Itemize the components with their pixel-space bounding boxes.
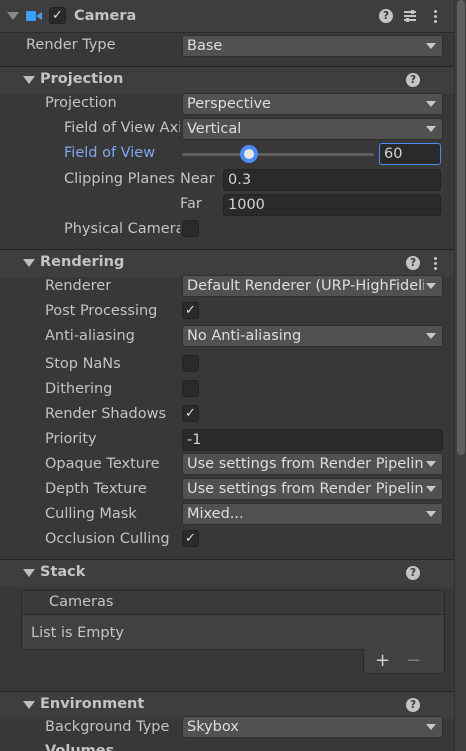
environment-section-header[interactable]: Environment ?	[0, 691, 454, 719]
component-title: Camera	[74, 8, 137, 24]
culling-mask-dropdown[interactable]: Mixed...	[182, 503, 443, 525]
occlusion-culling-label: Occlusion Culling	[45, 531, 170, 547]
expand-arrow-icon[interactable]	[23, 259, 35, 267]
render-shadows-label: Render Shadows	[45, 406, 166, 422]
more-options-icon[interactable]	[434, 10, 437, 23]
near-field[interactable]: 0.3	[223, 169, 441, 191]
list-footer: + −	[363, 649, 445, 674]
post-processing-label: Post Processing	[45, 303, 158, 319]
near-label: Near	[180, 171, 215, 187]
fov-slider[interactable]	[182, 143, 376, 165]
projection-label: Projection	[45, 95, 117, 111]
projection-section-header[interactable]: Projection ?	[0, 66, 454, 94]
list-header-label: Cameras	[49, 594, 114, 610]
section-title: Stack	[40, 564, 86, 580]
component-enabled-checkbox[interactable]: ✓	[49, 7, 66, 24]
priority-field[interactable]: -1	[182, 429, 443, 451]
render-type-label: Render Type	[26, 37, 116, 53]
dithering-label: Dithering	[45, 381, 113, 397]
help-icon[interactable]: ?	[406, 698, 420, 712]
slider-thumb[interactable]	[240, 145, 258, 163]
section-title: Environment	[40, 696, 145, 712]
post-processing-checkbox[interactable]: ✓	[182, 302, 199, 319]
anti-aliasing-dropdown[interactable]: No Anti-aliasing	[182, 325, 443, 347]
depth-texture-dropdown[interactable]: Use settings from Render Pipeline Asset	[182, 478, 443, 500]
help-icon[interactable]: ?	[406, 566, 420, 580]
opaque-texture-dropdown[interactable]: Use settings from Render Pipeline Asset	[182, 453, 443, 475]
camera-icon	[26, 10, 42, 22]
help-icon[interactable]: ?	[379, 9, 393, 23]
physical-camera-label: Physical Camera	[64, 221, 180, 237]
opaque-texture-label: Opaque Texture	[45, 456, 160, 472]
expand-arrow-icon[interactable]	[23, 701, 35, 709]
render-type-dropdown[interactable]: Base	[182, 35, 443, 57]
section-title: Projection	[40, 71, 124, 87]
remove-button[interactable]: −	[406, 650, 421, 671]
fov-axis-label: Field of View Axis	[64, 120, 180, 136]
list-header: Cameras	[22, 591, 444, 615]
volumes-label: Volumes	[45, 743, 115, 751]
stack-section-header[interactable]: Stack ?	[0, 559, 454, 587]
far-field[interactable]: 1000	[223, 194, 441, 216]
add-button[interactable]: +	[375, 650, 390, 671]
help-icon[interactable]: ?	[406, 73, 420, 87]
scrollbar-thumb[interactable]	[457, 0, 465, 455]
physical-camera-checkbox[interactable]	[182, 220, 199, 237]
occlusion-culling-checkbox[interactable]: ✓	[182, 530, 199, 547]
fov-label: Field of View	[64, 145, 156, 161]
fov-value-field[interactable]: 60	[379, 143, 441, 165]
fov-axis-dropdown[interactable]: Vertical	[182, 118, 443, 140]
stop-nans-label: Stop NaNs	[45, 356, 121, 372]
priority-label: Priority	[45, 431, 97, 447]
rendering-section-header[interactable]: Rendering ?	[0, 249, 454, 277]
culling-mask-label: Culling Mask	[45, 506, 137, 522]
expand-arrow-icon[interactable]	[23, 76, 35, 84]
background-type-dropdown[interactable]: Skybox	[182, 716, 443, 738]
cameras-list: Cameras List is Empty	[21, 590, 445, 650]
stop-nans-checkbox[interactable]	[182, 355, 199, 372]
renderer-dropdown[interactable]: Default Renderer (URP-HighFidelity)	[182, 275, 443, 297]
projection-dropdown[interactable]: Perspective	[182, 93, 443, 115]
collapse-arrow-icon[interactable]	[7, 12, 19, 20]
list-empty-text: List is Empty	[31, 625, 124, 641]
preset-settings-icon[interactable]	[403, 9, 417, 23]
background-type-label: Background Type	[45, 719, 170, 735]
dithering-checkbox[interactable]	[182, 380, 199, 397]
far-label: Far	[180, 196, 202, 212]
depth-texture-label: Depth Texture	[45, 481, 147, 497]
help-icon[interactable]: ?	[406, 256, 420, 270]
expand-arrow-icon[interactable]	[23, 569, 35, 577]
camera-component-header[interactable]: ✓ Camera ?	[0, 0, 454, 33]
render-shadows-checkbox[interactable]: ✓	[182, 405, 199, 422]
inspector-scrollbar[interactable]	[454, 0, 466, 751]
slider-track	[182, 153, 374, 156]
more-options-icon[interactable]	[434, 257, 437, 270]
clipping-planes-label: Clipping Planes	[64, 171, 175, 187]
section-title: Rendering	[40, 254, 125, 270]
anti-aliasing-label: Anti-aliasing	[45, 328, 135, 344]
renderer-label: Renderer	[45, 278, 112, 294]
